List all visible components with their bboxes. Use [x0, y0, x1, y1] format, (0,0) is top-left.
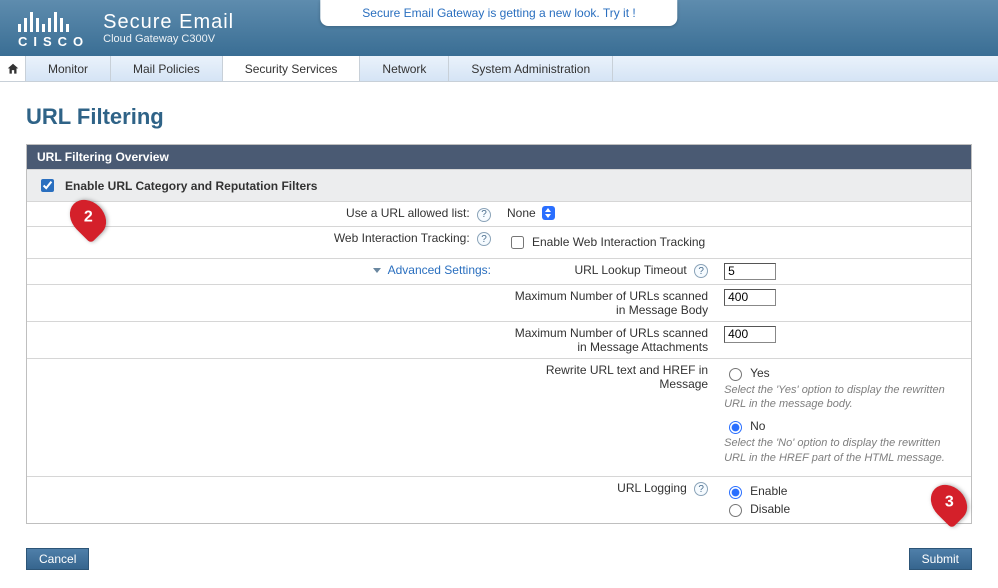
logging-enable-radio[interactable]: [729, 486, 742, 499]
cisco-logo-icon: CISCO: [18, 8, 89, 49]
url-filtering-panel: URL Filtering Overview Enable URL Catego…: [26, 144, 972, 524]
web-tracking-checkbox[interactable]: [511, 236, 524, 249]
help-icon[interactable]: ?: [694, 482, 708, 496]
enable-filters-checkbox[interactable]: [41, 179, 54, 192]
page-title: URL Filtering: [26, 104, 972, 130]
product-name: Secure Email: [103, 11, 234, 33]
nav-security-services[interactable]: Security Services: [223, 56, 361, 81]
logging-enable-option[interactable]: Enable: [724, 483, 963, 499]
allowed-list-value: None: [507, 206, 536, 220]
logging-disable-label: Disable: [750, 502, 790, 516]
help-icon[interactable]: ?: [477, 208, 491, 222]
top-bar: CISCO Secure Email Cloud Gateway C300V S…: [0, 0, 998, 56]
logging-enable-label: Enable: [750, 484, 787, 498]
rewrite-yes-label: Yes: [750, 366, 770, 380]
brand-block: CISCO Secure Email Cloud Gateway C300V: [18, 8, 234, 49]
panel-title: URL Filtering Overview: [27, 145, 971, 169]
rewrite-no-label: No: [750, 419, 765, 433]
web-tracking-checkbox-label: Enable Web Interaction Tracking: [532, 235, 705, 249]
enable-filters-label: Enable URL Category and Reputation Filte…: [65, 179, 317, 193]
submit-button[interactable]: Submit: [909, 548, 972, 570]
max-body-label: Maximum Number of URLs scanned in Messag…: [499, 284, 716, 321]
rewrite-label: Rewrite URL text and HREF in Message: [499, 358, 716, 476]
lookup-timeout-label: URL Lookup Timeout ?: [499, 258, 716, 284]
help-icon[interactable]: ?: [477, 232, 491, 246]
max-body-input[interactable]: [724, 289, 776, 306]
lookup-timeout-input[interactable]: [724, 263, 776, 280]
rewrite-no-hint: Select the 'No' option to display the re…: [724, 436, 963, 466]
dropdown-arrows-icon: [542, 206, 555, 220]
max-attachments-input[interactable]: [724, 326, 776, 343]
nav-spacer: [613, 56, 998, 81]
enable-section: Enable URL Category and Reputation Filte…: [27, 169, 971, 201]
logging-disable-option[interactable]: Disable: [724, 501, 963, 517]
logging-label: URL Logging ?: [499, 476, 716, 523]
advanced-settings-toggle[interactable]: Advanced Settings:: [27, 258, 499, 284]
rewrite-no-option[interactable]: No: [724, 418, 963, 434]
product-subtitle: Cloud Gateway C300V: [103, 33, 234, 45]
nav-mail-policies[interactable]: Mail Policies: [111, 56, 223, 81]
max-attachments-label: Maximum Number of URLs scanned in Messag…: [499, 321, 716, 358]
caret-down-icon: [373, 268, 381, 273]
rewrite-yes-option[interactable]: Yes: [724, 365, 963, 381]
cancel-button[interactable]: Cancel: [26, 548, 89, 570]
rewrite-yes-radio[interactable]: [729, 368, 742, 381]
vendor-name: CISCO: [18, 34, 89, 49]
rewrite-yes-hint: Select the 'Yes' option to display the r…: [724, 383, 963, 413]
home-icon[interactable]: [0, 56, 26, 81]
rewrite-no-radio[interactable]: [729, 421, 742, 434]
allowed-list-select[interactable]: None: [507, 206, 555, 220]
nav-monitor[interactable]: Monitor: [26, 56, 111, 81]
web-tracking-option[interactable]: Enable Web Interaction Tracking: [507, 233, 963, 252]
new-look-banner[interactable]: Secure Email Gateway is getting a new lo…: [320, 0, 677, 26]
logging-disable-radio[interactable]: [729, 504, 742, 517]
main-nav: Monitor Mail Policies Security Services …: [0, 56, 998, 82]
help-icon[interactable]: ?: [694, 264, 708, 278]
nav-system-admin[interactable]: System Administration: [449, 56, 613, 81]
nav-network[interactable]: Network: [360, 56, 449, 81]
